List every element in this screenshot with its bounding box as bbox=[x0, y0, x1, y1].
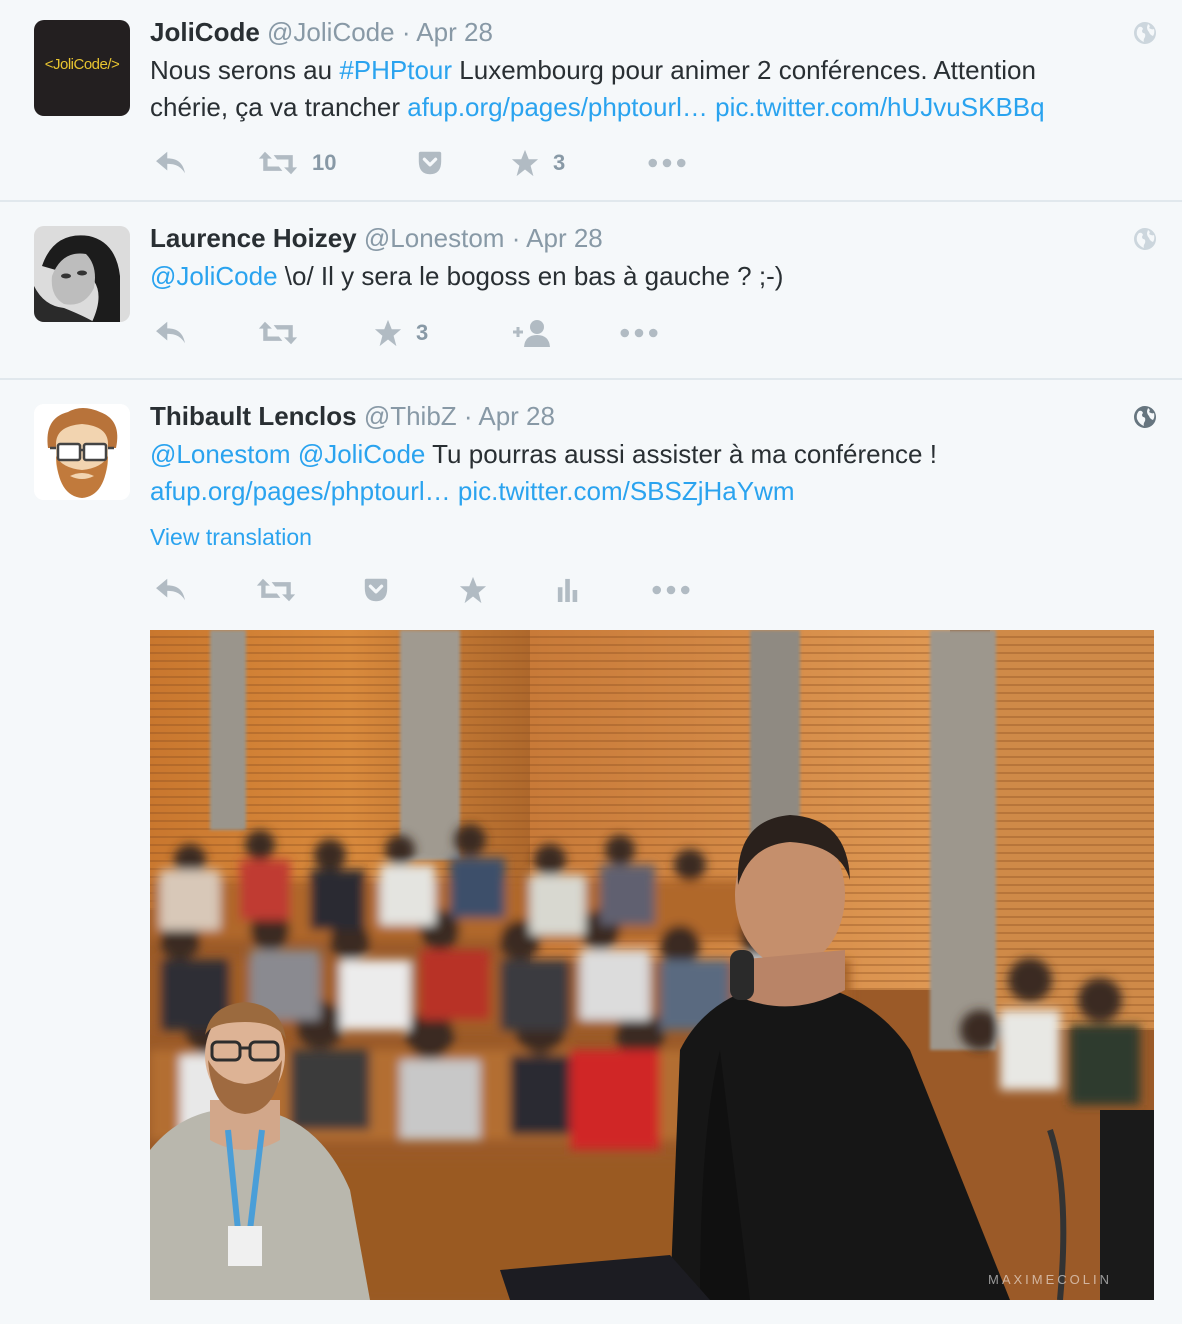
user-name[interactable]: JoliCode bbox=[150, 17, 260, 47]
pic-link[interactable]: pic.twitter.com/hUJvuSKBBq bbox=[715, 92, 1044, 122]
view-translation-link[interactable]: View translation bbox=[150, 524, 312, 551]
text-segment: \o/ Il y sera le bogoss en bas à gauche … bbox=[277, 261, 784, 291]
favorite-icon bbox=[511, 149, 539, 177]
text-segment: chérie, ça va trancher bbox=[150, 92, 408, 122]
photo-watermark: MAXIMECOLIN bbox=[988, 1272, 1112, 1287]
text-segment: Luxembourg pour animer 2 conférences. At… bbox=[452, 55, 1036, 85]
tweet-date[interactable]: Apr 28 bbox=[416, 17, 493, 47]
more-icon bbox=[648, 157, 686, 169]
pocket-button[interactable] bbox=[362, 570, 390, 610]
tweet-text: Nous serons au #PHPtour Luxembourg pour … bbox=[150, 52, 1150, 126]
more-button[interactable] bbox=[620, 313, 658, 353]
favorite-icon bbox=[459, 576, 487, 604]
globe-icon[interactable] bbox=[1133, 405, 1157, 429]
tweet-photo[interactable]: MAXIMECOLIN bbox=[150, 630, 1154, 1300]
jolicode-logo: <JoliCode/> bbox=[44, 56, 120, 73]
reply-icon bbox=[154, 149, 188, 177]
avatar[interactable] bbox=[34, 226, 130, 322]
tweet-actions bbox=[150, 570, 710, 610]
tweet-jolicode[interactable]: <JoliCode/> JoliCode @JoliCode · Apr 28 … bbox=[0, 0, 1182, 200]
follow-icon bbox=[511, 318, 551, 348]
mention-link[interactable]: @JoliCode bbox=[150, 261, 278, 291]
mention-link[interactable]: @Lonestom bbox=[150, 439, 291, 469]
reply-icon bbox=[154, 576, 188, 604]
pocket-icon bbox=[362, 576, 390, 604]
tweet-header: Laurence Hoizey @Lonestom · Apr 28 bbox=[150, 223, 603, 254]
pic-link[interactable]: pic.twitter.com/SBSZjHaYwm bbox=[458, 476, 795, 506]
tweet-date[interactable]: Apr 28 bbox=[478, 401, 555, 431]
tweet-header: JoliCode @JoliCode · Apr 28 bbox=[150, 17, 493, 48]
retweet-count: 10 bbox=[312, 150, 337, 175]
url-link[interactable]: afup.org/pages/phptourl… bbox=[407, 92, 708, 122]
tweet-header: Thibault Lenclos @ThibZ · Apr 28 bbox=[150, 401, 555, 432]
tweet-text: @JoliCode \o/ Il y sera le bogoss en bas… bbox=[150, 258, 1150, 295]
pocket-icon bbox=[416, 149, 444, 177]
favorite-count: 3 bbox=[553, 150, 566, 175]
user-name[interactable]: Laurence Hoizey bbox=[150, 223, 357, 253]
reply-icon bbox=[154, 319, 188, 347]
globe-icon[interactable] bbox=[1133, 21, 1157, 45]
conference-photo: MAXIMECOLIN bbox=[150, 630, 1154, 1300]
avatar-image bbox=[34, 404, 130, 500]
reply-button[interactable] bbox=[154, 570, 188, 610]
follow-button[interactable] bbox=[511, 313, 551, 353]
user-handle[interactable]: @JoliCode bbox=[267, 17, 395, 47]
tweet-laurence[interactable]: Laurence Hoizey @Lonestom · Apr 28 @Joli… bbox=[0, 202, 1182, 378]
tweet-date[interactable]: Apr 28 bbox=[526, 223, 603, 253]
favorite-icon bbox=[374, 319, 402, 347]
retweet-icon bbox=[256, 576, 296, 604]
retweet-button[interactable]: 10 bbox=[258, 143, 336, 183]
favorite-button[interactable]: 3 bbox=[511, 143, 565, 183]
hashtag-link[interactable]: #PHPtour bbox=[339, 55, 452, 85]
more-button[interactable] bbox=[652, 570, 690, 610]
user-handle[interactable]: @ThibZ bbox=[364, 401, 457, 431]
avatar[interactable] bbox=[34, 404, 130, 500]
avatar-image bbox=[34, 226, 130, 322]
user-handle[interactable]: @Lonestom bbox=[364, 223, 505, 253]
reply-button[interactable] bbox=[154, 143, 188, 183]
retweet-button[interactable] bbox=[258, 313, 298, 353]
url-link[interactable]: afup.org/pages/phptourl… bbox=[150, 476, 451, 506]
retweet-icon bbox=[258, 149, 298, 177]
favorite-button[interactable] bbox=[459, 570, 487, 610]
text-segment: Nous serons au bbox=[150, 55, 340, 85]
retweet-icon bbox=[258, 319, 298, 347]
text-segment: Tu pourras aussi assister à ma conférenc… bbox=[425, 439, 937, 469]
pocket-button[interactable] bbox=[416, 143, 444, 183]
separator: · bbox=[511, 223, 521, 253]
tweet-text: @Lonestom @JoliCode Tu pourras aussi ass… bbox=[150, 436, 1150, 510]
more-button[interactable] bbox=[648, 143, 686, 183]
mention-link[interactable]: @JoliCode bbox=[298, 439, 426, 469]
separator: · bbox=[401, 17, 411, 47]
separator: · bbox=[463, 401, 473, 431]
more-icon bbox=[652, 584, 690, 596]
favorite-button[interactable]: 3 bbox=[374, 313, 428, 353]
retweet-button[interactable] bbox=[256, 570, 296, 610]
analytics-icon bbox=[556, 576, 580, 604]
analytics-button[interactable] bbox=[556, 570, 580, 610]
tweet-actions: 10 3 bbox=[150, 143, 710, 183]
more-icon bbox=[620, 327, 658, 339]
globe-icon[interactable] bbox=[1133, 227, 1157, 251]
tweet-actions: 3 bbox=[150, 313, 680, 353]
favorite-count: 3 bbox=[416, 320, 429, 345]
reply-button[interactable] bbox=[154, 313, 188, 353]
user-name[interactable]: Thibault Lenclos bbox=[150, 401, 357, 431]
avatar[interactable]: <JoliCode/> bbox=[34, 20, 130, 116]
